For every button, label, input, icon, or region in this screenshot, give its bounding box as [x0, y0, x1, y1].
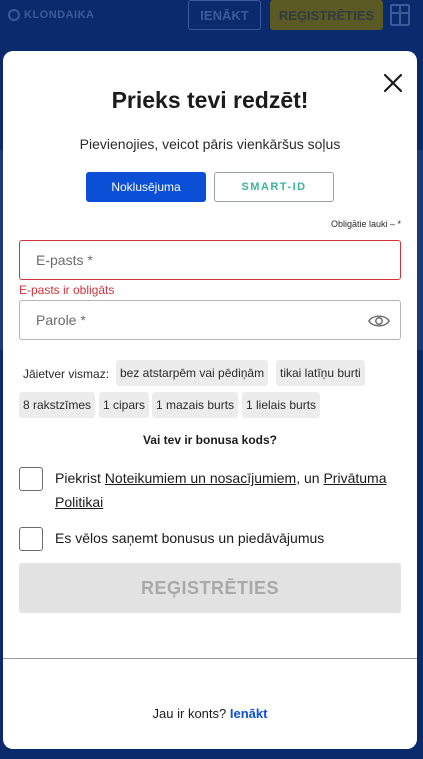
- bonus-opt-in-checkbox[interactable]: [19, 527, 43, 551]
- modal-subtitle: Pievienojies, veicot pāris vienkāršus so…: [79, 136, 341, 152]
- eye-icon[interactable]: [368, 311, 390, 331]
- password-field[interactable]: [19, 300, 401, 340]
- hint-chip: tikai latīņu burti: [276, 360, 365, 386]
- gift-icon: [390, 4, 410, 26]
- register-button[interactable]: REĢISTRĒTIES: [19, 563, 401, 613]
- header-login-button: IENĀKT: [188, 0, 261, 30]
- header-register-button: REĢISTRĒTIES: [270, 0, 383, 30]
- required-fields-note: Obligātie lauki – *: [330, 219, 401, 229]
- password-hint-label: Jāietver vismaz:: [23, 367, 110, 381]
- terms-checkbox[interactable]: [19, 467, 43, 491]
- modal-title: Prieks tevi redzēt!: [111, 87, 309, 113]
- divider: [3, 658, 417, 659]
- footer-text: Jau ir konts?: [152, 706, 230, 721]
- privacy-link-continued[interactable]: Politikai: [55, 494, 103, 510]
- bonus-code-toggle[interactable]: Vai tev ir bonusa kods?: [3, 433, 417, 447]
- privacy-link[interactable]: Privātuma: [323, 470, 386, 486]
- password-input[interactable]: [20, 301, 400, 339]
- login-link[interactable]: Ienākt: [230, 706, 268, 721]
- hint-chip: 1 mazais burts: [152, 392, 239, 418]
- registration-modal: Prieks tevi redzēt! Pievienojies, veicot…: [3, 51, 417, 749]
- tab-default-registration[interactable]: Noklusējuma: [86, 172, 206, 202]
- tab-smart-id[interactable]: SMART-ID: [214, 172, 334, 202]
- terms-middle: , un: [296, 470, 324, 486]
- email-input[interactable]: [20, 241, 400, 279]
- terms-label: Piekrist Noteikumiem un nosacījumiem, un…: [55, 466, 405, 514]
- hint-chip: 8 rakstzīmes: [19, 392, 96, 418]
- logo-text: KLONDAIKA: [24, 9, 95, 21]
- email-error: E-pasts ir obligāts: [19, 283, 115, 297]
- site-logo: KLONDAIKA: [8, 8, 95, 22]
- background-panel-right: [417, 150, 423, 350]
- background-header: KLONDAIKA IENĀKT REĢISTRĒTIES: [0, 0, 423, 46]
- bonus-opt-in-label: Es vēlos saņemt bonusus un piedāvājumus: [55, 530, 325, 546]
- hint-chip: 1 lielais burts: [242, 392, 321, 418]
- terms-prefix: Piekrist: [55, 470, 105, 486]
- logo-mark-icon: [8, 9, 20, 21]
- footer-login-prompt: Jau ir konts? Ienākt: [3, 706, 417, 721]
- email-field[interactable]: [19, 240, 401, 280]
- terms-link[interactable]: Noteikumiem un nosacījumiem: [105, 470, 296, 486]
- hint-chip: bez atstarpēm vai pēdiņām: [116, 360, 269, 386]
- hint-chip: 1 cipars: [99, 392, 150, 418]
